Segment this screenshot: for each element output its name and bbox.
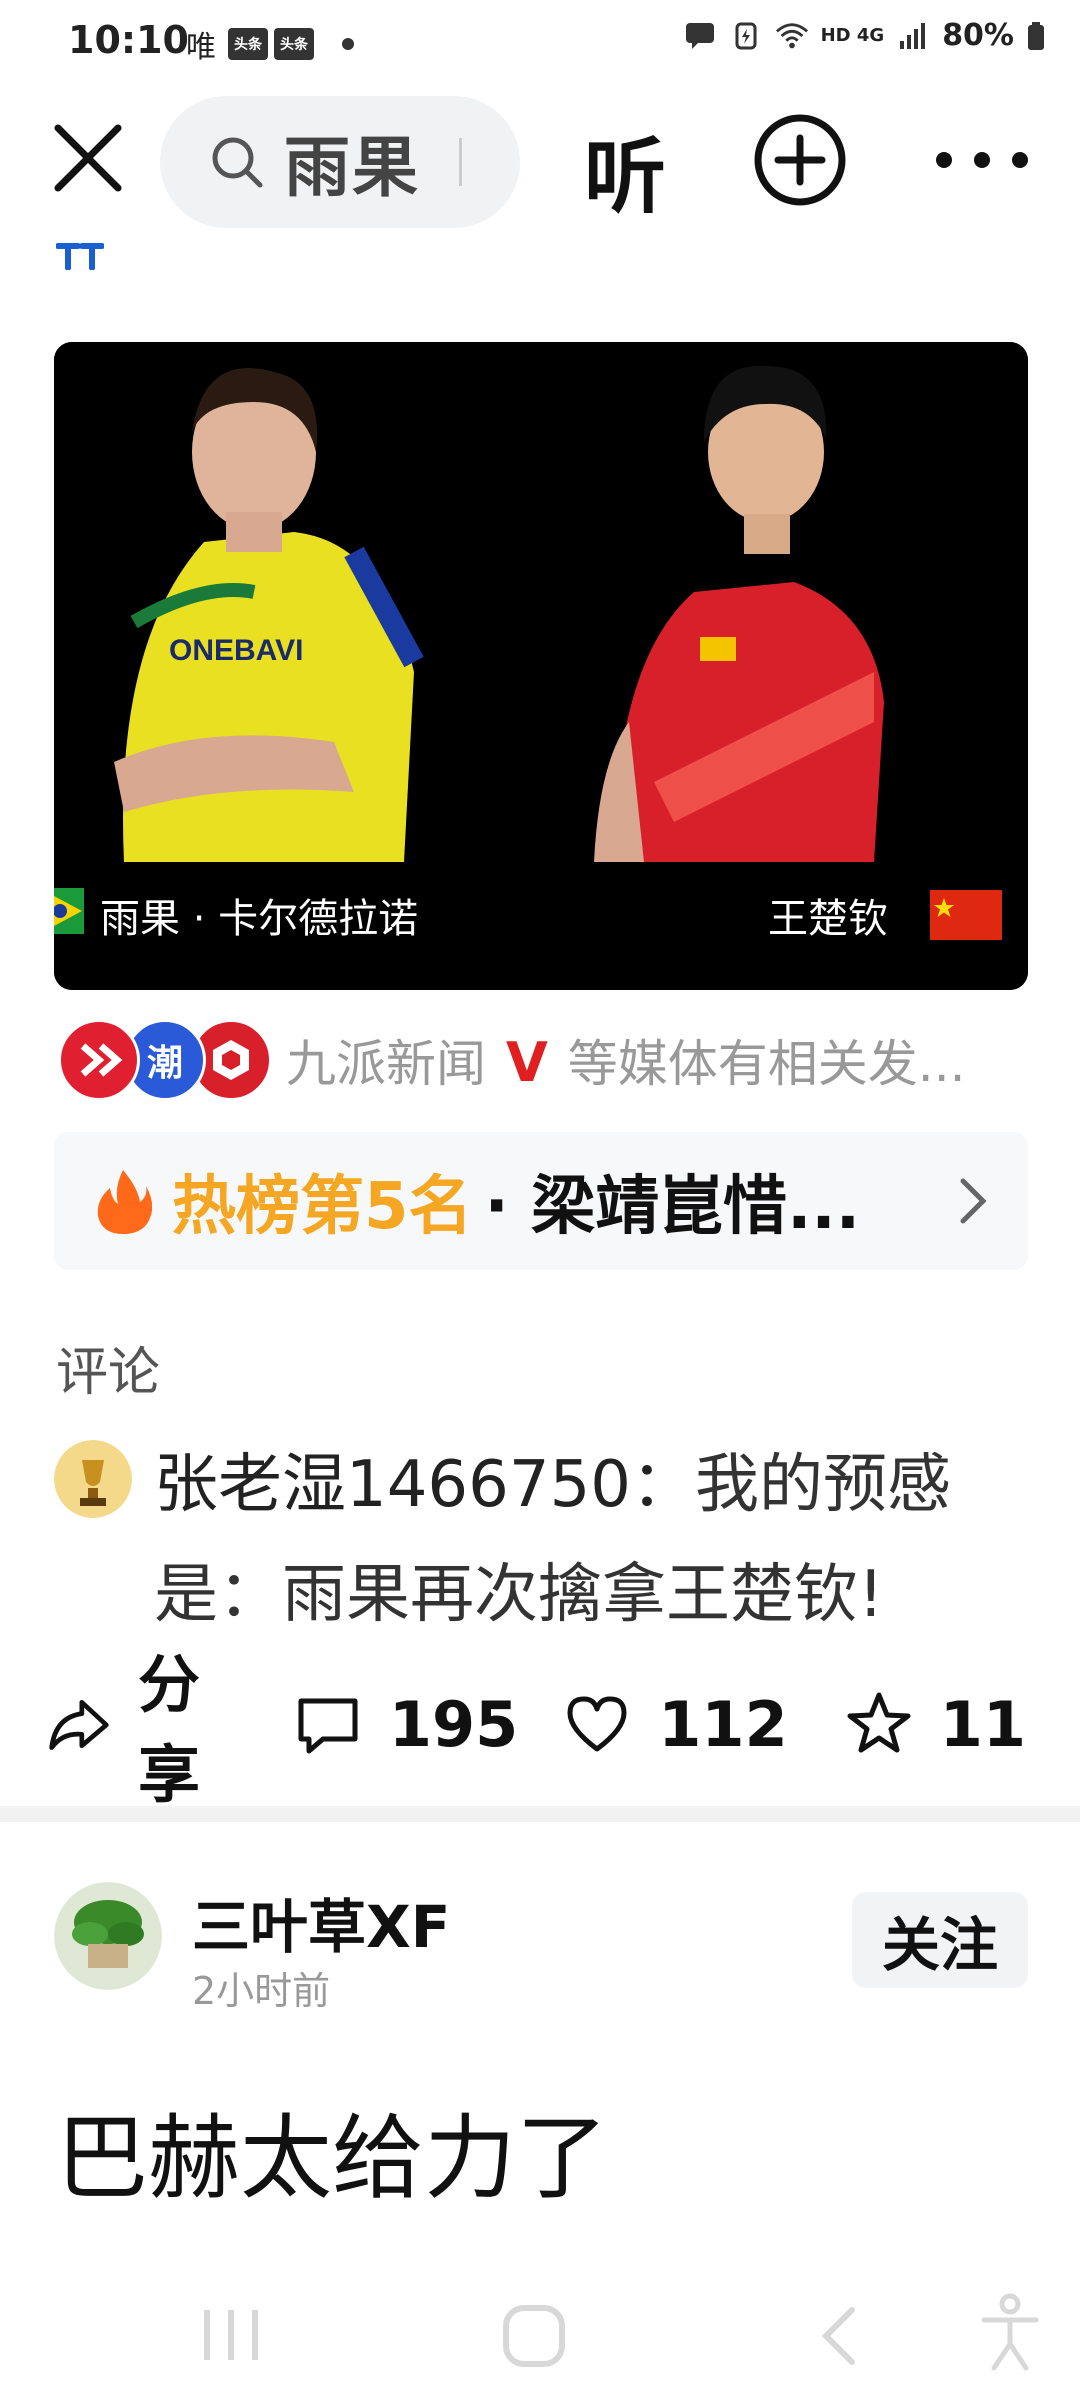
comment-count: 195: [388, 1687, 519, 1761]
like-count: 112: [658, 1687, 788, 1761]
wifi-icon: [775, 21, 809, 51]
back-icon[interactable]: [821, 2307, 855, 2365]
action-bar: 分享 195 112 11: [46, 1648, 1026, 1811]
home-icon[interactable]: [503, 2305, 565, 2367]
favorite-button[interactable]: 11: [844, 1688, 1026, 1761]
notification-dot-icon: [342, 38, 354, 50]
media-sources-row[interactable]: 潮 九派新闻 V 等媒体有相关发...: [58, 1018, 965, 1102]
share-icon: [49, 1699, 109, 1750]
accessibility-icon[interactable]: [981, 2293, 1039, 2371]
jiupai-logo-icon: [58, 1019, 140, 1101]
author-avatar[interactable]: [54, 1882, 162, 1990]
heart-icon: [567, 1696, 627, 1752]
battery-saver-icon: [729, 21, 763, 51]
comment-button[interactable]: 195: [293, 1688, 518, 1761]
plus-circle-icon: [754, 114, 846, 206]
hot-rank-bar[interactable]: 热榜第5名 · 梁靖崑惜...: [54, 1132, 1028, 1270]
network-label: HD 4G: [820, 25, 885, 46]
post-body-text[interactable]: 巴赫太给力了: [56, 2084, 608, 2217]
listen-button[interactable]: 听: [584, 110, 666, 229]
close-icon: [54, 124, 122, 192]
share-label: 分享: [137, 1648, 200, 1811]
share-button[interactable]: 分享: [46, 1634, 255, 1814]
author-name[interactable]: 三叶草XF: [192, 1880, 450, 1964]
article-image[interactable]: ONEBAVI 雨果 · 卡尔德拉诺 王楚钦: [54, 342, 1028, 990]
search-box[interactable]: 雨果: [160, 96, 520, 228]
toutiao-notification-icon-2: 头条: [274, 28, 314, 60]
star-icon: [847, 1692, 911, 1753]
battery-percent: 80%: [942, 18, 1014, 53]
comments-heading: 评论: [56, 1343, 161, 1403]
status-carrier-label: 唯: [186, 30, 216, 65]
like-button[interactable]: 112: [562, 1687, 788, 1761]
section-divider: [0, 1806, 1080, 1822]
status-right-group: HD 4G 80%: [683, 18, 1046, 53]
verified-v-icon: V: [506, 1031, 548, 1094]
jersey-text: ONEBAVI: [169, 634, 303, 667]
toutiao-logo-icon: [55, 242, 105, 271]
comment-content[interactable]: 张老湿1466750：我的预感是：雨果再次擒拿王楚钦!: [154, 1430, 1024, 1650]
post-time: 2小时前: [192, 1969, 331, 2013]
chevron-right-icon: [960, 1178, 987, 1224]
comment-username[interactable]: 张老湿1466750：: [154, 1448, 695, 1522]
battery-icon: [1026, 21, 1046, 51]
favorite-count: 11: [939, 1687, 1026, 1761]
more-dots-icon: [936, 152, 1028, 168]
follow-button[interactable]: 关注: [852, 1892, 1028, 1988]
more-button[interactable]: [930, 140, 1034, 180]
add-button[interactable]: [752, 112, 848, 208]
player-name-right: 王楚钦: [768, 896, 888, 942]
brazil-flag-icon: [54, 888, 84, 934]
search-icon: [212, 137, 263, 188]
signal-icon: [896, 21, 930, 51]
status-time: 10:10: [68, 18, 189, 62]
comment-icon: [298, 1698, 358, 1754]
fire-icon: [97, 1170, 152, 1234]
search-query: 雨果: [284, 129, 420, 206]
toutiao-notification-icon: 头条: [228, 28, 268, 60]
commenter-avatar[interactable]: [54, 1440, 132, 1518]
china-flag-icon: [930, 890, 1002, 940]
recent-apps-icon[interactable]: [204, 2310, 258, 2360]
close-button[interactable]: [48, 118, 128, 198]
hot-rank-label: 热榜第5名: [172, 1170, 473, 1244]
message-icon: [683, 21, 717, 51]
hot-topic-title: · 梁靖崑惜...: [484, 1170, 861, 1244]
media-sources-text: 九派新闻 V 等媒体有相关发...: [286, 1031, 966, 1094]
search-divider: [459, 138, 462, 186]
player-name-left: 雨果 · 卡尔德拉诺: [100, 896, 419, 942]
system-nav-bar: [0, 2264, 1080, 2400]
